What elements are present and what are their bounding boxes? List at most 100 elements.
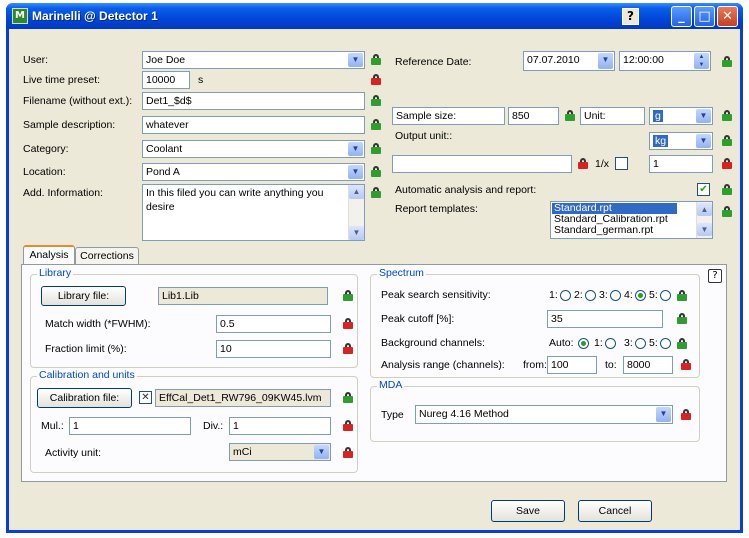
spectrum-group: Spectrum Peak search sensitivity: 1: 2: … (370, 267, 700, 378)
sensitivity-radio-4[interactable] (635, 290, 646, 301)
help-button[interactable]: ? (622, 8, 639, 25)
factor-input[interactable]: 1 (649, 155, 713, 173)
auto-analysis-checkbox[interactable]: ✔ (697, 183, 710, 196)
tab-corrections[interactable]: Corrections (75, 247, 139, 265)
library-file-value: Lib1.Lib (158, 287, 328, 305)
range-from-input[interactable]: 100 (547, 356, 597, 374)
spin-updown-icon[interactable]: ▲ ▼ (694, 53, 709, 69)
lock-icon[interactable] (722, 135, 732, 146)
sensitivity-radio-1[interactable] (560, 290, 571, 301)
lock-icon[interactable] (371, 166, 381, 177)
user-label: User: (23, 54, 49, 66)
calibration-group-title: Calibration and units (37, 369, 137, 381)
chevron-down-icon[interactable]: ▼ (696, 109, 711, 123)
location-combo[interactable]: Pond A ▼ (142, 163, 365, 181)
fraction-limit-input[interactable]: 10 (216, 340, 331, 358)
lock-icon[interactable] (343, 392, 353, 403)
lock-icon[interactable] (677, 338, 687, 349)
mul-input[interactable]: 1 (69, 417, 191, 435)
list-scrollbar[interactable]: ▲ ▼ (696, 202, 712, 238)
list-item[interactable]: Standard_german.rpt (552, 225, 711, 236)
peak-cutoff-input[interactable]: 35 (547, 310, 663, 328)
title-bar[interactable]: M Marinelli @ Detector 1 ? _ □ ✕ (6, 3, 743, 29)
lock-icon[interactable] (371, 187, 381, 198)
lock-icon[interactable] (578, 158, 588, 169)
lock-icon[interactable] (722, 206, 732, 217)
lock-icon[interactable] (371, 119, 381, 130)
live-time-input[interactable]: 10000 (142, 71, 190, 89)
calibration-file-checkbox[interactable]: ✕ (139, 391, 152, 404)
lock-icon[interactable] (681, 359, 691, 370)
sensitivity-radio-2[interactable] (585, 290, 596, 301)
chevron-down-icon[interactable]: ▼ (348, 165, 363, 179)
activity-unit-combo[interactable]: mCi ▼ (229, 443, 331, 461)
reference-time-input[interactable]: 12:00:00 ▲ ▼ (619, 51, 711, 71)
lock-icon[interactable] (722, 110, 732, 121)
lock-icon[interactable] (343, 318, 353, 329)
mda-type-combo[interactable]: Nureg 4.16 Method ▼ (415, 405, 673, 424)
sensitivity-radio-3[interactable] (610, 290, 621, 301)
div-input[interactable]: 1 (229, 417, 331, 435)
calibration-file-button[interactable]: Calibration file: (37, 388, 132, 408)
match-width-input[interactable]: 0.5 (216, 315, 331, 333)
reference-date-picker[interactable]: 07.07.2010 ▼ (523, 51, 615, 71)
lock-icon[interactable] (343, 447, 353, 458)
lock-icon[interactable] (722, 56, 732, 67)
lock-icon[interactable] (343, 290, 353, 301)
lock-icon[interactable] (343, 420, 353, 431)
chevron-down-icon[interactable]: ▼ (314, 445, 329, 459)
lock-icon[interactable] (371, 54, 381, 65)
background-radio-5[interactable] (660, 338, 671, 349)
background-radio-3[interactable] (635, 338, 646, 349)
lock-icon[interactable] (371, 95, 381, 106)
range-to-input[interactable]: 8000 (623, 356, 673, 374)
chevron-down-icon[interactable]: ▼ (348, 53, 363, 67)
scroll-down-icon[interactable]: ▼ (697, 223, 712, 236)
conversion-input[interactable] (392, 155, 572, 173)
library-file-button[interactable]: Library file: (41, 286, 126, 306)
save-button[interactable]: Save (491, 500, 565, 522)
lock-icon[interactable] (722, 158, 732, 169)
cancel-button[interactable]: Cancel (578, 500, 652, 522)
lock-icon[interactable] (722, 184, 732, 195)
scroll-up-icon[interactable]: ▲ (697, 203, 712, 216)
lock-icon[interactable] (371, 74, 381, 85)
unit-combo[interactable]: g ▼ (649, 107, 713, 125)
sample-size-input[interactable]: 850 (508, 107, 559, 125)
tab-analysis[interactable]: Analysis (23, 245, 75, 265)
analysis-help-button[interactable]: ? (708, 269, 722, 283)
chevron-down-icon[interactable]: ▼ (696, 134, 711, 148)
background-radio-1[interactable] (605, 338, 616, 349)
chevron-down-icon[interactable]: ▼ (348, 142, 363, 156)
close-button[interactable]: ✕ (717, 6, 738, 27)
add-information-textarea[interactable]: In this filed you can write anything you… (142, 184, 365, 241)
background-radio-auto[interactable] (578, 338, 589, 349)
inverse-checkbox[interactable] (615, 157, 628, 170)
location-value: Pond A (146, 166, 180, 178)
chevron-down-icon[interactable]: ▼ (656, 407, 671, 422)
output-unit-combo[interactable]: kg ▼ (649, 132, 713, 150)
minimize-button[interactable]: _ (671, 6, 692, 27)
calendar-dropdown-icon[interactable]: ▼ (598, 53, 613, 69)
lock-icon[interactable] (677, 290, 687, 301)
sample-size-label: Sample size: (396, 110, 457, 122)
user-combo[interactable]: Joe Doe ▼ (142, 51, 365, 69)
scroll-up-icon[interactable]: ▲ (349, 185, 364, 199)
output-unit-value: kg (653, 135, 669, 147)
activity-unit-value: mCi (233, 446, 252, 458)
mul-label: Mul.: (41, 420, 64, 432)
lock-icon[interactable] (343, 343, 353, 354)
scroll-down-icon[interactable]: ▼ (349, 226, 364, 240)
lock-icon[interactable] (371, 143, 381, 154)
lock-icon[interactable] (681, 409, 691, 420)
category-label: Category: (23, 143, 69, 155)
sample-description-input[interactable]: whatever (142, 116, 365, 134)
lock-icon[interactable] (677, 313, 687, 324)
textarea-scrollbar[interactable]: ▲ ▼ (348, 185, 364, 240)
maximize-button[interactable]: □ (694, 6, 715, 27)
report-templates-list[interactable]: Standard.rpt Standard_Calibration.rpt St… (550, 201, 713, 239)
filename-input[interactable]: Det1_$d$ (142, 92, 365, 110)
sensitivity-radio-5[interactable] (660, 290, 671, 301)
category-combo[interactable]: Coolant ▼ (142, 140, 365, 158)
lock-icon[interactable] (565, 110, 575, 121)
